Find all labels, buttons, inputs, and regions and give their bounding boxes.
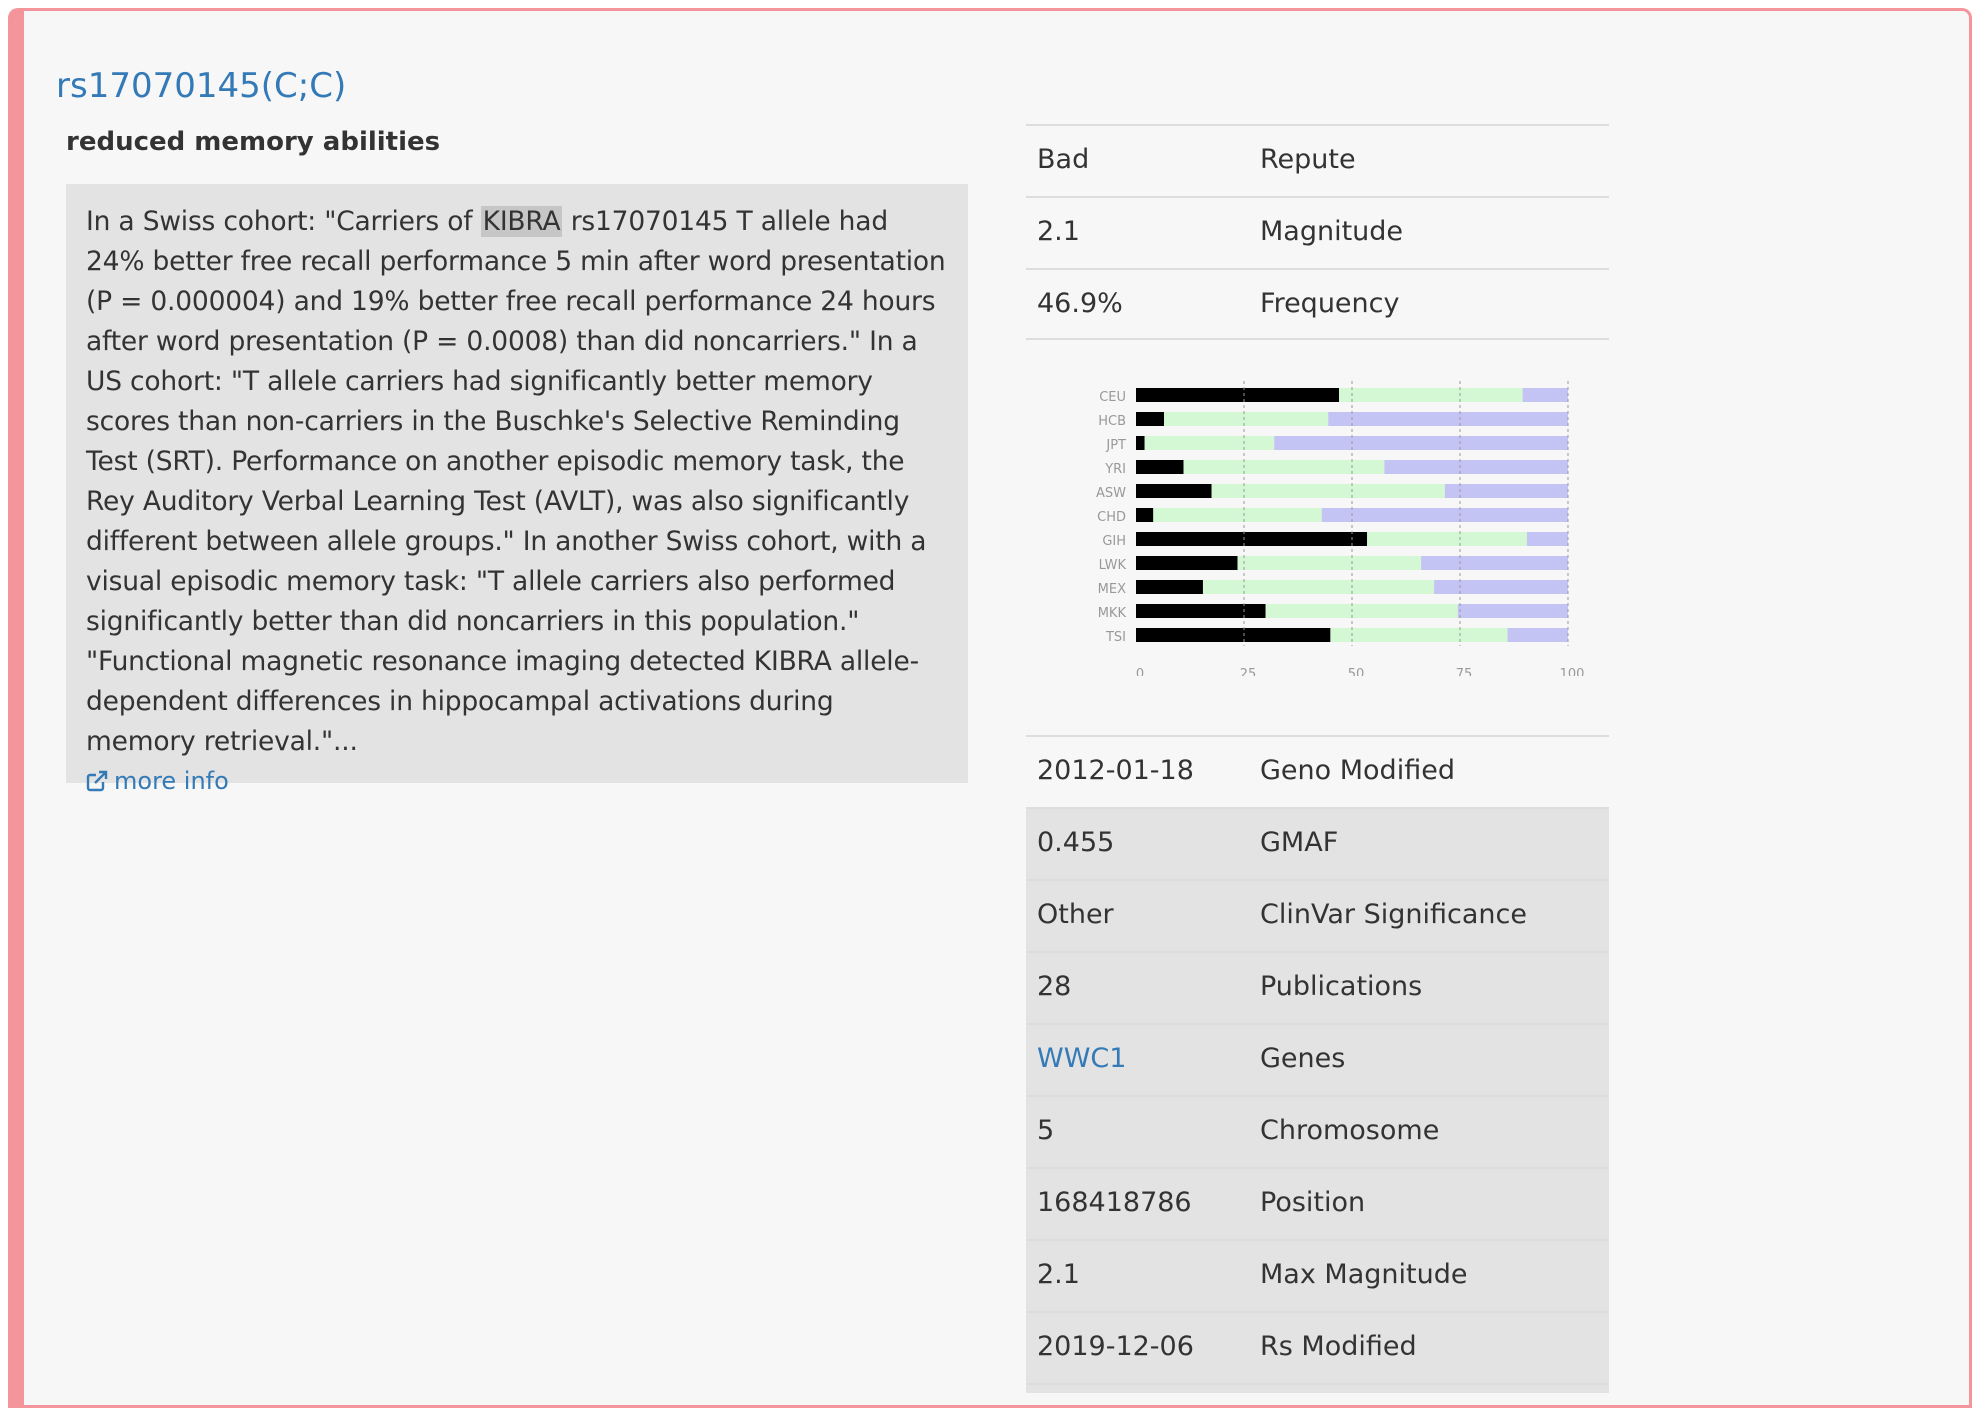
bar-asw-segment-1 <box>1136 484 1212 498</box>
table-row-rs-modified: 2019-12-06 Rs Modified <box>1026 1311 1609 1383</box>
category-label-hcb: HCB <box>1098 414 1126 429</box>
bar-gih-segment-2 <box>1367 532 1527 546</box>
table-row-position: 168418786 Position <box>1026 1167 1609 1239</box>
table-row-chromosome: 5 Chromosome <box>1026 1095 1609 1167</box>
more-info-label: more info <box>114 767 229 795</box>
table-row-gmaf: 0.455 GMAF <box>1026 807 1609 879</box>
bar-gih-segment-1 <box>1136 532 1368 546</box>
gmaf-value: 0.455 <box>1037 827 1115 858</box>
bar-mkk-segment-2 <box>1265 604 1458 618</box>
table-row-geno-modified: 2012-01-18 Geno Modified <box>1026 735 1609 807</box>
population-frequency-chart: CEU HCB JPT YRI ASW CHD GIH LWK MEX MKK TSI 0 25 50 75… <box>1096 381 1585 676</box>
chromosome-value: 5 <box>1037 1115 1055 1146</box>
clinvar-value: Other <box>1037 899 1114 930</box>
geno-modified-key: Geno Modified <box>1260 755 1455 786</box>
bar-ceu-segment-1 <box>1136 388 1340 402</box>
frequency-key: Frequency <box>1260 288 1400 319</box>
clinvar-key: ClinVar Significance <box>1260 899 1527 930</box>
magnitude-value: 2.1 <box>1037 216 1080 247</box>
category-label-ceu: CEU <box>1099 390 1126 405</box>
table-row-clinvar: Other ClinVar Significance <box>1026 879 1609 951</box>
repute-value: Bad <box>1037 144 1090 175</box>
category-label-jpt: JPT <box>1105 438 1126 453</box>
position-value: 168418786 <box>1037 1187 1192 1218</box>
bar-mex-segment-2 <box>1202 580 1435 594</box>
rs-modified-value: 2019-12-06 <box>1037 1331 1194 1362</box>
publications-value: 28 <box>1037 971 1072 1002</box>
table-row-partial <box>1026 1383 1609 1393</box>
category-label-tsi: TSI <box>1105 630 1126 645</box>
external-link-icon <box>86 770 108 792</box>
category-label-mkk: MKK <box>1098 606 1127 621</box>
chromosome-key: Chromosome <box>1260 1115 1440 1146</box>
bar-mkk-segment-1 <box>1136 604 1266 618</box>
publications-key: Publications <box>1260 971 1423 1002</box>
bar-ceu-segment-2 <box>1339 388 1523 402</box>
bar-hcb-segment-2 <box>1164 412 1329 426</box>
genes-key: Genes <box>1260 1043 1346 1074</box>
bar-chd-segment-1 <box>1136 508 1154 522</box>
x-tick-label-100: 100 <box>1560 667 1585 676</box>
bar-yri-segment-3 <box>1384 460 1568 474</box>
bar-lwk-segment-3 <box>1421 556 1568 570</box>
description-part-1: In a Swiss cohort: "Carriers of <box>86 206 481 237</box>
table-row-genes: WWC1 Genes <box>1026 1023 1609 1095</box>
table-row-repute: Bad Repute <box>1026 124 1609 196</box>
bar-mex-segment-3 <box>1434 580 1568 594</box>
table-row-magnitude: 2.1 Magnitude <box>1026 196 1609 268</box>
frequency-value: 46.9% <box>1037 288 1123 319</box>
genotype-summary: reduced memory abilities <box>66 127 441 157</box>
max-magnitude-key: Max Magnitude <box>1260 1259 1468 1290</box>
bar-tsi-segment-1 <box>1136 628 1331 642</box>
category-label-yri: YRI <box>1104 462 1126 477</box>
category-label-mex: MEX <box>1098 582 1126 597</box>
genotype-title-link[interactable]: rs17070145(C;C) <box>56 66 346 106</box>
gmaf-key: GMAF <box>1260 827 1339 858</box>
more-info-link[interactable]: more info <box>86 762 229 800</box>
geno-modified-value: 2012-01-18 <box>1037 755 1194 786</box>
category-label-chd: CHD <box>1097 510 1126 525</box>
bar-mex-segment-1 <box>1136 580 1203 594</box>
genes-value: WWC1 <box>1037 1025 1126 1093</box>
x-tick-label-50: 50 <box>1348 667 1365 676</box>
bar-jpt-segment-2 <box>1144 436 1275 450</box>
x-tick-label-25: 25 <box>1240 667 1257 676</box>
bar-mkk-segment-3 <box>1457 604 1568 618</box>
description-part-2: rs17070145 T allele had 24% better free … <box>86 206 946 757</box>
gene-link-wwc1[interactable]: WWC1 <box>1037 1043 1126 1074</box>
bar-yri-segment-2 <box>1183 460 1385 474</box>
table-row-publications: 28 Publications <box>1026 951 1609 1023</box>
bar-chd-segment-3 <box>1321 508 1568 522</box>
bar-asw-segment-2 <box>1211 484 1445 498</box>
bar-yri-segment-1 <box>1136 460 1184 474</box>
bar-jpt-segment-1 <box>1136 436 1145 450</box>
magnitude-key: Magnitude <box>1260 216 1404 247</box>
bar-gih-segment-3 <box>1526 532 1568 546</box>
gene-highlight: KIBRA <box>480 206 563 237</box>
bar-chd-segment-2 <box>1153 508 1322 522</box>
position-key: Position <box>1260 1187 1366 1218</box>
repute-key: Repute <box>1260 144 1356 175</box>
bar-hcb-segment-3 <box>1328 412 1568 426</box>
bar-tsi-segment-2 <box>1330 628 1508 642</box>
description-box: In a Swiss cohort: "Carriers of KIBRA rs… <box>66 184 968 795</box>
max-magnitude-value: 2.1 <box>1037 1259 1080 1290</box>
category-label-gih: GIH <box>1102 534 1126 549</box>
rs-modified-key: Rs Modified <box>1260 1331 1417 1362</box>
bar-lwk-segment-1 <box>1136 556 1238 570</box>
category-label-lwk: LWK <box>1099 558 1127 573</box>
bar-jpt-segment-3 <box>1274 436 1568 450</box>
table-row-max-magnitude: 2.1 Max Magnitude <box>1026 1239 1609 1311</box>
bar-tsi-segment-3 <box>1507 628 1568 642</box>
table-row-frequency: 46.9% Frequency <box>1026 268 1609 340</box>
bar-asw-segment-3 <box>1444 484 1568 498</box>
x-tick-label-0: 0 <box>1136 667 1144 676</box>
description-text: In a Swiss cohort: "Carriers of KIBRA rs… <box>86 202 948 762</box>
bar-hcb-segment-1 <box>1136 412 1165 426</box>
bar-lwk-segment-2 <box>1237 556 1422 570</box>
bar-ceu-segment-3 <box>1522 388 1568 402</box>
x-tick-label-75: 75 <box>1456 667 1473 676</box>
category-label-asw: ASW <box>1096 486 1126 501</box>
